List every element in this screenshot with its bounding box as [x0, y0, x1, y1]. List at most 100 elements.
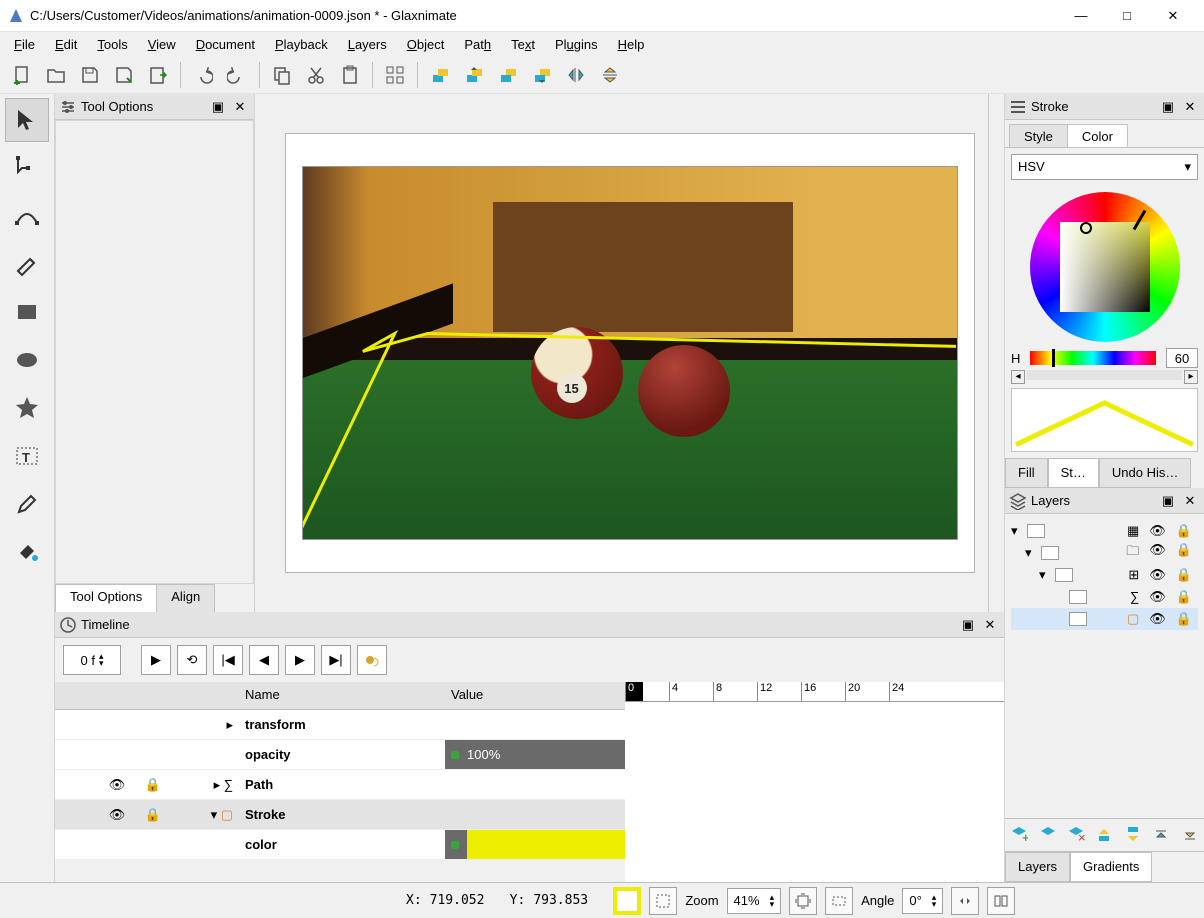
menu-playback[interactable]: Playback — [267, 35, 336, 54]
delete-layer-button[interactable]: × — [1067, 825, 1085, 846]
copy-button[interactable] — [266, 59, 298, 91]
tab-fill[interactable]: Fill — [1005, 458, 1048, 488]
new-file-button[interactable] — [6, 59, 38, 91]
flip-h-button[interactable] — [560, 59, 592, 91]
frame-spinner[interactable]: 0 f▴▾ — [63, 645, 121, 675]
duplicate-layer-button[interactable] — [1039, 825, 1057, 846]
menu-document[interactable]: Document — [188, 35, 263, 54]
first-frame-button[interactable]: |◀ — [213, 645, 243, 675]
star-tool[interactable] — [5, 386, 49, 430]
menu-path[interactable]: Path — [456, 35, 499, 54]
fit-view-button[interactable] — [649, 887, 677, 915]
tab-layers[interactable]: Layers — [1005, 852, 1070, 882]
tab-undo-history[interactable]: Undo His… — [1099, 458, 1191, 488]
tab-align[interactable]: Align — [156, 584, 215, 612]
visibility-icon[interactable]: 👁 — [1149, 523, 1166, 539]
menu-edit[interactable]: Edit — [47, 35, 85, 54]
cut-button[interactable] — [300, 59, 332, 91]
timeline-row[interactable]: ▸transform — [55, 710, 625, 740]
maximize-button[interactable]: □ — [1104, 0, 1150, 32]
save-as-button[interactable] — [108, 59, 140, 91]
layers-float-icon[interactable]: ▣ — [1158, 491, 1178, 511]
rotate-reset-button[interactable] — [825, 887, 853, 915]
layer-down-button[interactable] — [1124, 825, 1142, 846]
export-button[interactable] — [142, 59, 174, 91]
select-tool[interactable] — [5, 98, 49, 142]
layer-up-button[interactable] — [1095, 825, 1113, 846]
color-scroll[interactable] — [1027, 370, 1182, 380]
color-wheel[interactable] — [1030, 192, 1180, 342]
flip-v-button[interactable] — [594, 59, 626, 91]
raise-top-button[interactable] — [424, 59, 456, 91]
zoom-spinner[interactable]: 41%▴▾ — [727, 888, 782, 914]
bezier-tool[interactable] — [5, 194, 49, 238]
stroke-float-icon[interactable]: ▣ — [1158, 97, 1178, 117]
raise-button[interactable] — [458, 59, 490, 91]
color-mode-select[interactable]: HSV▾ — [1011, 154, 1198, 180]
close-button[interactable]: ✕ — [1150, 0, 1196, 32]
lock-icon[interactable]: 🔒 — [1176, 611, 1192, 627]
lower-button[interactable] — [492, 59, 524, 91]
snap-grid-button[interactable] — [379, 59, 411, 91]
visibility-icon[interactable]: 👁 — [1149, 611, 1166, 627]
stroke-tab-color[interactable]: Color — [1067, 124, 1128, 147]
layers-tree[interactable]: ▾▦👁🔒 ▾🗀👁🔒 ▾⊞👁🔒 ∑👁🔒 ▢👁🔒 — [1005, 514, 1204, 818]
undo-button[interactable] — [187, 59, 219, 91]
menu-help[interactable]: Help — [610, 35, 653, 54]
lock-icon[interactable]: 🔒 — [1176, 567, 1192, 583]
ellipse-tool[interactable] — [5, 338, 49, 382]
canvas[interactable]: 15 — [285, 133, 975, 573]
menu-object[interactable]: Object — [399, 35, 453, 54]
timeline-row[interactable]: opacity100% — [55, 740, 625, 770]
flip-canvas-h-button[interactable] — [951, 887, 979, 915]
timeline-row[interactable]: color — [55, 830, 625, 860]
paste-button[interactable] — [334, 59, 366, 91]
layer-bottom-button[interactable] — [1181, 825, 1199, 846]
lock-icon[interactable]: 🔒 — [1176, 523, 1192, 539]
tab-stroke[interactable]: St… — [1048, 458, 1099, 488]
layer-top-button[interactable] — [1152, 825, 1170, 846]
menu-plugins[interactable]: Plugins — [547, 35, 606, 54]
edit-nodes-tool[interactable] — [5, 146, 49, 190]
scroll-right[interactable]: ▸ — [1184, 370, 1198, 384]
menu-text[interactable]: Text — [503, 35, 543, 54]
menu-layers[interactable]: Layers — [340, 35, 395, 54]
zoom-reset-button[interactable] — [789, 887, 817, 915]
angle-spinner[interactable]: 0°▴▾ — [902, 888, 943, 914]
rectangle-tool[interactable] — [5, 290, 49, 334]
last-frame-button[interactable]: ▶| — [321, 645, 351, 675]
minimize-button[interactable]: — — [1058, 0, 1104, 32]
tab-tool-options[interactable]: Tool Options — [55, 584, 157, 612]
scroll-left[interactable]: ◂ — [1011, 370, 1025, 384]
visibility-icon[interactable]: 👁 — [1149, 589, 1166, 605]
hue-value[interactable]: 60 — [1166, 348, 1198, 368]
timeline-row[interactable]: 👁🔒▸ ∑Path — [55, 770, 625, 800]
timeline-float-icon[interactable]: ▣ — [958, 615, 978, 635]
visibility-icon[interactable]: 👁 — [1149, 542, 1166, 564]
lock-icon[interactable]: 🔒 — [1176, 589, 1192, 605]
redo-button[interactable] — [221, 59, 253, 91]
menu-view[interactable]: View — [140, 35, 184, 54]
menu-tools[interactable]: Tools — [89, 35, 135, 54]
panel-float-icon[interactable]: ▣ — [208, 97, 228, 117]
timeline-row[interactable]: 👁🔒▾ ▢Stroke — [55, 800, 625, 830]
hue-slider[interactable] — [1030, 351, 1156, 365]
panel-close-icon[interactable]: ✕ — [230, 97, 250, 117]
save-button[interactable] — [74, 59, 106, 91]
canvas-vscroll[interactable] — [988, 94, 1004, 612]
open-file-button[interactable] — [40, 59, 72, 91]
color-picker-tool[interactable] — [5, 482, 49, 526]
layers-close-icon[interactable]: ✕ — [1180, 491, 1200, 511]
prev-frame-button[interactable]: ◀ — [249, 645, 279, 675]
flip-canvas-v-button[interactable] — [987, 887, 1015, 915]
timeline-close-icon[interactable]: ✕ — [980, 615, 1000, 635]
lower-bottom-button[interactable] — [526, 59, 558, 91]
menu-file[interactable]: File — [6, 35, 43, 54]
current-color-swatch[interactable] — [613, 887, 641, 915]
record-button[interactable] — [357, 645, 387, 675]
lock-icon[interactable]: 🔒 — [1176, 542, 1192, 564]
text-tool[interactable]: T — [5, 434, 49, 478]
add-layer-button[interactable]: + — [1010, 825, 1028, 846]
freehand-tool[interactable] — [5, 242, 49, 286]
next-frame-button[interactable]: ▶ — [285, 645, 315, 675]
